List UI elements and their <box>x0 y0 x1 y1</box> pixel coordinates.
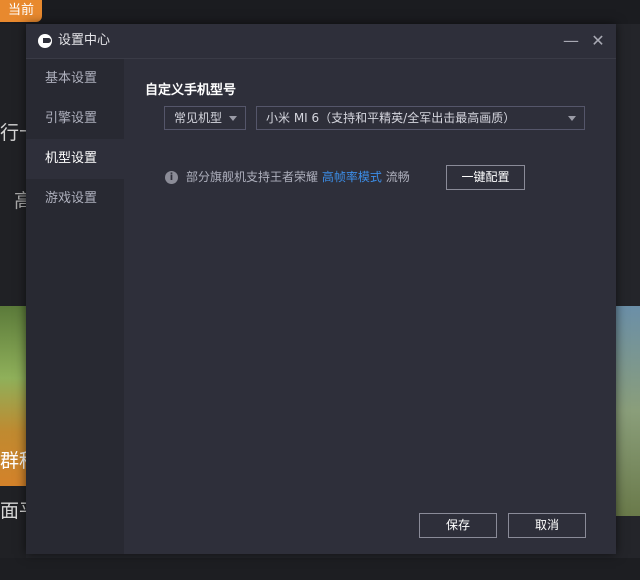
chevron-down-icon <box>568 116 576 121</box>
save-button[interactable]: 保存 <box>419 513 497 538</box>
settings-dialog: 设置中心 — ✕ 基本设置 引擎设置 机型设置 游戏设置 自定义手机型号 常见机… <box>26 24 616 554</box>
dialog-title: 设置中心 <box>58 33 111 48</box>
high-framerate-link[interactable]: 高帧率模式 <box>322 170 382 184</box>
model-type-value: 常见机型 <box>174 111 223 125</box>
sidebar-item-model[interactable]: 机型设置 <box>26 139 124 179</box>
settings-sidebar: 基本设置 引擎设置 机型设置 游戏设置 <box>26 59 124 554</box>
sidebar-item-engine[interactable]: 引擎设置 <box>26 99 124 139</box>
current-badge: 当前 <box>0 0 43 22</box>
chevron-down-icon <box>229 116 237 121</box>
sidebar-item-basic[interactable]: 基本设置 <box>26 59 124 99</box>
info-icon: i <box>165 171 178 184</box>
tip-main-text: 部分旗舰机支持王者荣耀 <box>186 170 319 184</box>
background-topbar <box>0 0 640 24</box>
phone-model-select[interactable]: 小米 MI 6（支持和平精英/全军出击最高画质） <box>256 106 585 130</box>
background-bottom-bar <box>0 558 640 580</box>
cancel-button[interactable]: 取消 <box>508 513 586 538</box>
app-logo-icon <box>38 34 52 48</box>
sidebar-item-game[interactable]: 游戏设置 <box>26 179 124 219</box>
close-icon[interactable]: ✕ <box>588 31 608 51</box>
one-click-config-button[interactable]: 一键配置 <box>446 165 525 190</box>
settings-content: 自定义手机型号 常见机型 小米 MI 6（支持和平精英/全军出击最高画质） i … <box>124 59 616 554</box>
background-game-image <box>616 306 640 516</box>
tip-suffix: 流畅 <box>385 170 410 184</box>
dialog-titlebar[interactable]: 设置中心 — ✕ <box>26 24 616 59</box>
minimize-icon[interactable]: — <box>561 31 581 51</box>
tip-text: 部分旗舰机支持王者荣耀 高帧率模式 流畅 <box>186 169 410 186</box>
model-type-select[interactable]: 常见机型 <box>164 106 246 130</box>
phone-model-value: 小米 MI 6（支持和平精英/全军出击最高画质） <box>266 111 516 125</box>
section-title: 自定义手机型号 <box>145 83 237 98</box>
